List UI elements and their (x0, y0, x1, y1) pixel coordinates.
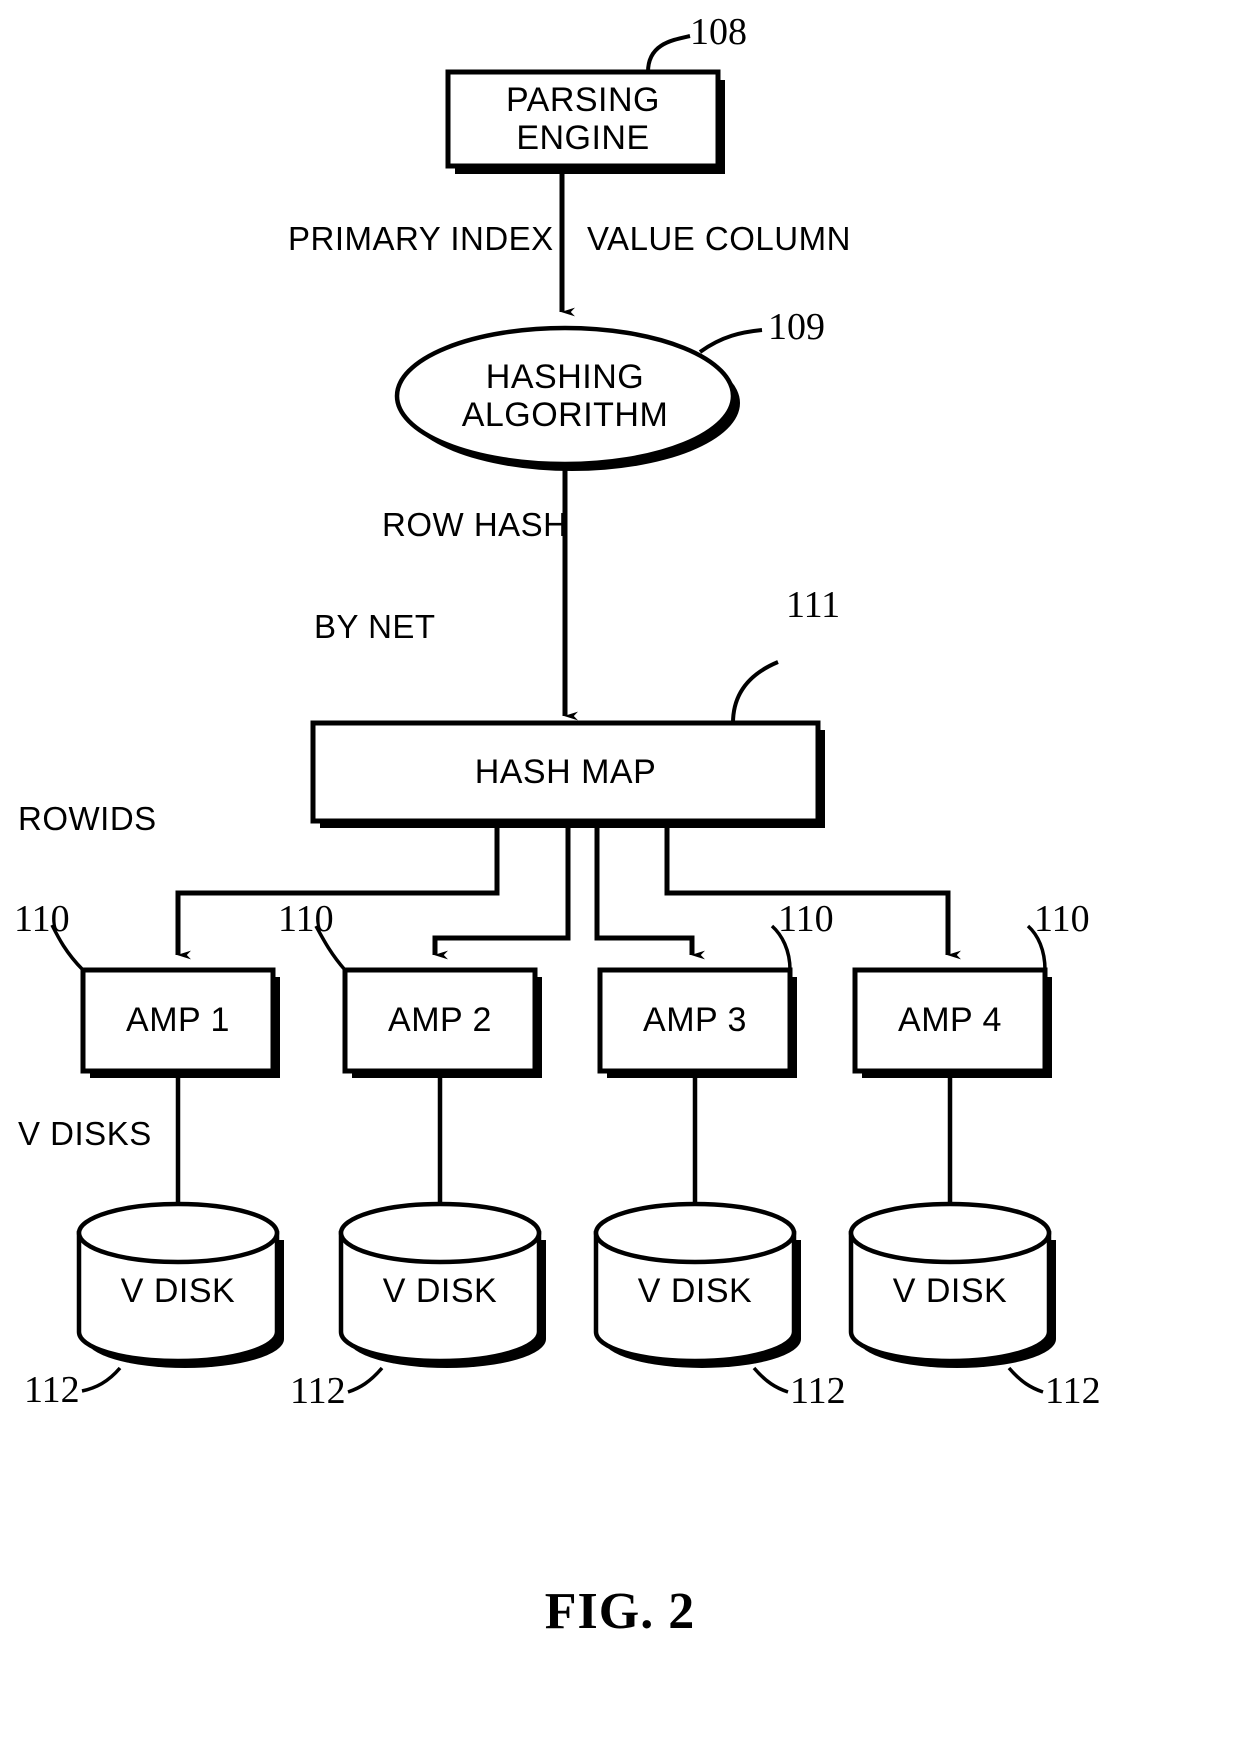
amp-3-label: AMP 3 (643, 1001, 747, 1040)
ref-108: 108 (690, 11, 747, 53)
diagram-canvas (50, 34, 1056, 1394)
ref-110-2: 110 (278, 898, 334, 940)
vdisk-3-top (593, 1201, 797, 1265)
amp-2-label: AMP 2 (388, 1001, 492, 1040)
ref-110-1: 110 (14, 898, 70, 940)
ref-112-3: 112 (790, 1370, 846, 1412)
vdisk-2-label: V DISK (382, 1271, 498, 1310)
vdisk-1-label: V DISK (120, 1271, 236, 1310)
ref-110-4: 110 (1034, 898, 1090, 940)
edge-label-row-hash: ROW HASH (382, 506, 568, 543)
ref-111: 111 (786, 584, 841, 626)
ref-leader-112-2 (347, 1366, 384, 1394)
edge-label-by-net: BY NET (314, 608, 436, 645)
hashing-algorithm-label: HASHING ALGORITHM (461, 357, 669, 434)
edge-label-v-disks: V DISKS (18, 1115, 152, 1152)
ref-112-4: 112 (1045, 1370, 1101, 1412)
amp-4-label: AMP 4 (898, 1001, 1002, 1040)
ref-leader-112-3 (752, 1366, 789, 1394)
vdisk-1-top (76, 1201, 280, 1265)
edge-label-value-column: VALUE COLUMN (587, 220, 851, 257)
patent-figure: PARSING ENGINE 108 PRIMARY INDEX VALUE C… (0, 0, 1240, 1747)
ref-leader-112-1 (81, 1366, 122, 1393)
vdisk-4-top (848, 1201, 1052, 1265)
edge-label-primary-index: PRIMARY INDEX (288, 220, 554, 257)
vdisk-3-label: V DISK (637, 1271, 753, 1310)
amp-1-label: AMP 1 (126, 1001, 230, 1040)
parsing-engine-label: PARSING ENGINE (505, 80, 660, 157)
hash-map-label: HASH MAP (474, 752, 657, 791)
ref-leader-112-4 (1007, 1366, 1044, 1394)
ref-leader-111 (731, 660, 779, 724)
ref-112-1: 112 (24, 1369, 80, 1411)
figure-caption: FIG. 2 (544, 1583, 696, 1640)
ref-112-2: 112 (290, 1370, 346, 1412)
edge-label-rowids: ROWIDS (18, 800, 157, 837)
ref-110-3: 110 (778, 898, 834, 940)
ref-109: 109 (768, 306, 825, 348)
vdisk-4-label: V DISK (892, 1271, 1008, 1310)
vdisk-2-top (338, 1201, 542, 1265)
ref-leader-108 (646, 34, 691, 73)
